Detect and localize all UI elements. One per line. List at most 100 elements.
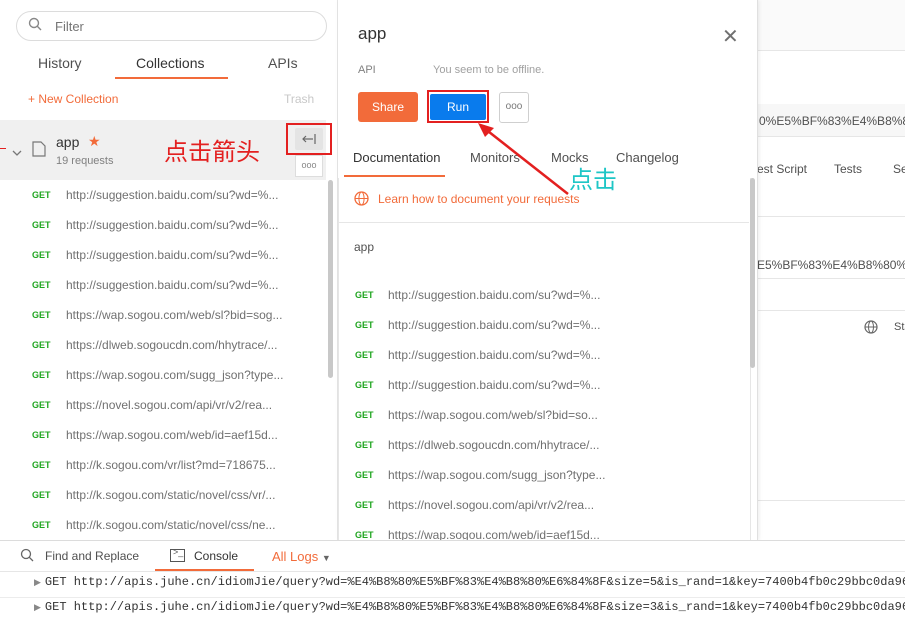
console-log-line[interactable]: ▶ GET http://apis.juhe.cn/idiomJie/query?… <box>34 575 905 589</box>
request-item[interactable]: GET http://k.sogou.com/static/novel/css/n… <box>0 511 326 540</box>
request-item[interactable]: GET https://wap.sogou.com/sugg_json?type.… <box>338 461 738 491</box>
request-method: GET <box>32 220 51 230</box>
request-url: http://suggestion.baidu.com/su?wd=%... <box>66 278 279 292</box>
active-tab-indicator <box>115 77 228 79</box>
tab-apis[interactable]: APIs <box>268 55 298 71</box>
collection-edge-marker <box>0 148 6 149</box>
more-actions-button[interactable]: ooo <box>499 92 529 123</box>
console-line-divider <box>0 597 905 598</box>
offline-message: You seem to be offline. <box>433 64 545 76</box>
background-tab-settings[interactable]: Se <box>893 162 905 176</box>
request-method: GET <box>32 520 51 530</box>
request-method: GET <box>32 400 51 410</box>
request-url: http://suggestion.baidu.com/su?wd=%... <box>388 318 601 332</box>
request-method: GET <box>32 340 51 350</box>
request-method: GET <box>355 410 374 420</box>
share-button[interactable]: Share <box>358 92 418 122</box>
request-url: http://k.sogou.com/vr/list?md=718675... <box>66 458 276 472</box>
request-item[interactable]: GET http://suggestion.baidu.com/su?wd=%..… <box>0 271 326 301</box>
request-method: GET <box>32 280 51 290</box>
request-method: GET <box>355 350 374 360</box>
collection-detail-panel: app ✕ API You seem to be offline. Share … <box>338 0 758 540</box>
request-item[interactable]: GET https://novel.sogou.com/api/vr/v2/rea… <box>338 491 738 521</box>
background-tab-prerequest[interactable]: est Script <box>757 162 807 176</box>
request-url: http://suggestion.baidu.com/su?wd=%... <box>66 218 279 232</box>
background-divider <box>757 216 905 217</box>
request-method: GET <box>32 370 51 380</box>
request-item[interactable]: GET https://wap.sogou.com/web/sl?bid=so..… <box>338 401 738 431</box>
tab-history[interactable]: History <box>38 55 82 71</box>
background-area: 0%E5%BF%83%E4%B8%80 est Script Tests Se … <box>757 0 905 540</box>
collection-row[interactable]: app ★ 19 requests ooo <box>0 120 326 180</box>
expand-arrow-icon: ▶ <box>34 603 41 613</box>
request-method: GET <box>355 320 374 330</box>
request-url: https://wap.sogou.com/web/sl?bid=sog... <box>66 308 283 322</box>
request-method: GET <box>32 460 51 470</box>
collection-count: 19 requests <box>56 155 114 167</box>
request-item[interactable]: GET http://k.sogou.com/static/novel/css/v… <box>0 481 326 511</box>
background-url-fragment: 0%E5%BF%83%E4%B8%80 <box>759 114 905 128</box>
tab-documentation[interactable]: Documentation <box>353 150 440 165</box>
request-item[interactable]: GET https://wap.sogou.com/web/id=aef15d..… <box>0 421 326 451</box>
globe-icon <box>864 320 878 334</box>
request-item[interactable]: GET http://k.sogou.com/vr/list?md=718675.… <box>0 451 326 481</box>
request-method: GET <box>355 530 374 540</box>
api-label: API <box>358 64 376 76</box>
sidebar: History Collections APIs + New Collectio… <box>0 0 338 540</box>
chevron-down-icon: ▼ <box>321 553 331 563</box>
background-url-fragment-2: E5%BF%83%E4%B8%80%E <box>757 258 905 272</box>
request-url: https://wap.sogou.com/sugg_json?type... <box>388 468 606 482</box>
filter-input[interactable] <box>53 16 307 36</box>
request-item[interactable]: GET https://novel.sogou.com/api/vr/v2/rea… <box>0 391 326 421</box>
request-url: http://suggestion.baidu.com/su?wd=%... <box>66 248 279 262</box>
request-url: https://novel.sogou.com/api/vr/v2/rea... <box>66 398 273 412</box>
request-item[interactable]: GET http://suggestion.baidu.com/su?wd=%..… <box>0 181 326 211</box>
sidebar-scrollbar[interactable] <box>328 180 333 378</box>
request-item[interactable]: GET http://suggestion.baidu.com/su?wd=%..… <box>338 311 738 341</box>
background-divider-4 <box>757 500 905 501</box>
request-item[interactable]: GET https://wap.sogou.com/sugg_json?type.… <box>0 361 326 391</box>
request-item[interactable]: GET https://dlweb.sogoucdn.com/hhytrace/.… <box>338 431 738 461</box>
request-item[interactable]: GET http://suggestion.baidu.com/su?wd=%..… <box>338 281 738 311</box>
request-url: http://suggestion.baidu.com/su?wd=%... <box>66 188 279 202</box>
tab-changelog[interactable]: Changelog <box>616 150 679 165</box>
collection-description: app <box>354 240 375 254</box>
globe-icon <box>354 191 369 206</box>
request-item[interactable]: GET http://suggestion.baidu.com/su?wd=%..… <box>338 371 738 401</box>
request-item[interactable]: GET http://suggestion.baidu.com/su?wd=%..… <box>338 341 738 371</box>
request-method: GET <box>355 380 374 390</box>
request-url: http://suggestion.baidu.com/su?wd=%... <box>388 288 601 302</box>
request-item[interactable]: GET http://suggestion.baidu.com/su?wd=%..… <box>0 241 326 271</box>
request-item[interactable]: GET http://suggestion.baidu.com/su?wd=%..… <box>0 211 326 241</box>
tab-collections[interactable]: Collections <box>136 55 204 71</box>
request-item[interactable]: GET https://wap.sogou.com/web/id=aef15d..… <box>338 521 738 540</box>
request-item[interactable]: GET https://wap.sogou.com/web/sl?bid=sog.… <box>0 301 326 331</box>
request-url: http://k.sogou.com/static/novel/css/ne..… <box>66 518 276 532</box>
collection-more-button[interactable]: ooo <box>295 155 323 177</box>
request-method: GET <box>355 500 374 510</box>
collection-name: app <box>56 134 80 150</box>
run-highlight-box <box>427 90 489 123</box>
close-icon[interactable]: ✕ <box>722 24 739 49</box>
panel-scrollbar[interactable] <box>750 178 755 368</box>
find-replace-tab[interactable]: Find and Replace <box>45 549 139 563</box>
request-url: https://wap.sogou.com/sugg_json?type... <box>66 368 284 382</box>
folder-icon <box>32 141 46 162</box>
background-divider-3 <box>757 310 905 311</box>
star-icon[interactable]: ★ <box>88 133 101 150</box>
console-tab[interactable]: Console <box>194 549 238 563</box>
search-icon <box>20 548 34 562</box>
doc-divider <box>338 222 749 223</box>
background-tab-tests[interactable]: Tests <box>834 162 862 176</box>
background-header <box>757 0 905 51</box>
request-item[interactable]: GET https://dlweb.sogoucdn.com/hhytrace/.… <box>0 331 326 361</box>
filter-search[interactable] <box>16 11 327 41</box>
chevron-down-icon[interactable] <box>12 144 22 162</box>
trash-link[interactable]: Trash <box>284 92 314 106</box>
new-collection-button[interactable]: + New Collection <box>28 92 118 106</box>
background-divider-2 <box>757 278 905 279</box>
all-logs-dropdown[interactable]: All Logs ▼ <box>272 549 331 564</box>
request-method: GET <box>355 440 374 450</box>
background-status-label: Sta <box>894 321 905 333</box>
console-log-line[interactable]: ▶ GET http://apis.juhe.cn/idiomJie/query?… <box>34 600 905 614</box>
